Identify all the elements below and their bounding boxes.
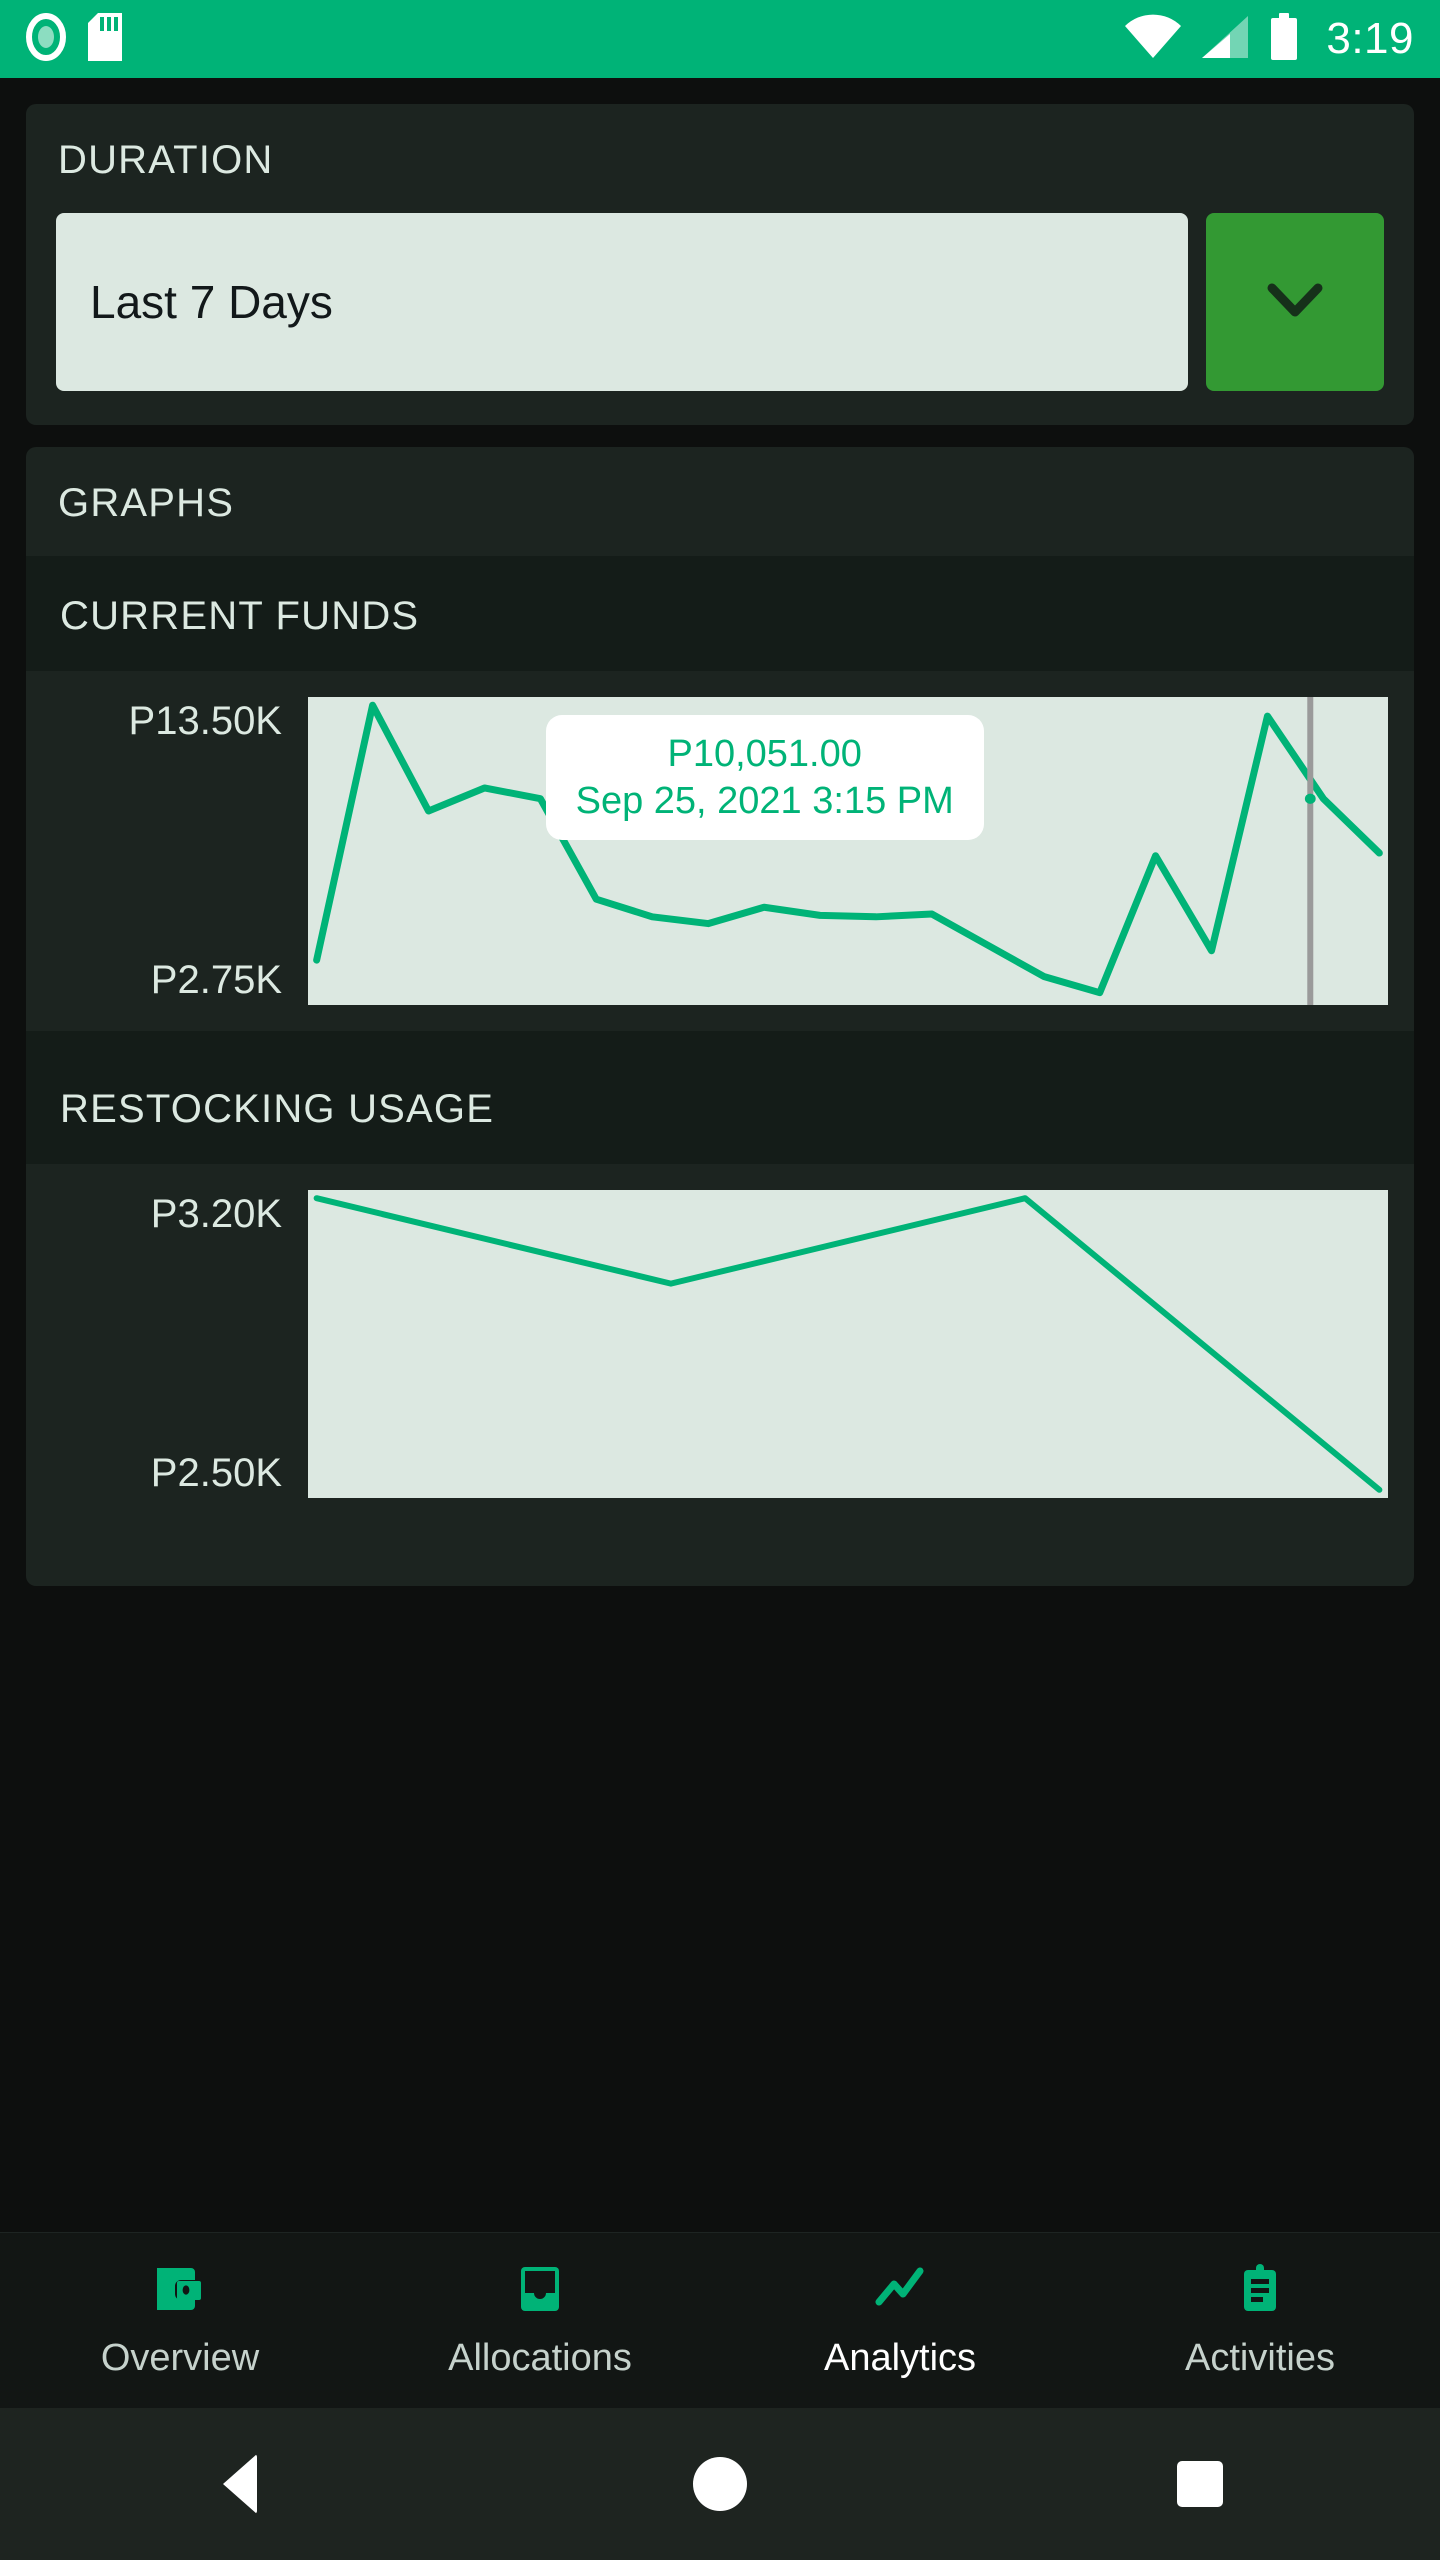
chart1-y-axis: P13.50K P2.75K — [26, 697, 308, 1005]
sd-card-icon — [88, 12, 122, 66]
chart2-y-axis: P3.20K P2.50K — [26, 1190, 308, 1498]
bottom-navigation: Overview Allocations Analytics Activitie… — [0, 2232, 1440, 2408]
status-bar-clock: 3:19 — [1326, 14, 1414, 63]
nav-item-analytics[interactable]: Analytics — [720, 2262, 1080, 2380]
nav-label-analytics: Analytics — [823, 2336, 977, 2379]
duration-selected-value: Last 7 Days — [90, 276, 333, 328]
back-triangle-icon — [223, 2454, 257, 2514]
system-recents-button[interactable] — [960, 2461, 1440, 2507]
chart2-y-bottom-label: P2.50K — [150, 1451, 282, 1495]
record-icon — [26, 12, 66, 66]
system-back-button[interactable] — [0, 2454, 480, 2514]
chart1-tooltip-amount: P10,051.00 — [667, 733, 862, 776]
app-screen: 3:19 DURATION Last 7 Days GRAPHS CURRENT… — [0, 0, 1440, 2560]
chart1-y-top-label: P13.50K — [128, 699, 282, 743]
wifi-icon — [1124, 14, 1182, 65]
scroll-content[interactable]: DURATION Last 7 Days GRAPHS CURRENT FUND… — [0, 78, 1440, 2232]
duration-dropdown-button[interactable] — [1206, 213, 1384, 391]
trending-up-icon — [873, 2262, 927, 2321]
chart1-tooltip-timestamp: Sep 25, 2021 3:15 PM — [575, 779, 954, 822]
recents-square-icon — [1177, 2461, 1223, 2507]
chart1-y-bottom-label: P2.75K — [150, 958, 282, 1002]
graphs-title: GRAPHS — [58, 481, 235, 525]
status-bar-right-icons: 3:19 — [1124, 12, 1414, 66]
system-home-button[interactable] — [480, 2457, 960, 2511]
chart-restocking-usage[interactable]: P3.20K P2.50K — [26, 1164, 1414, 1524]
chart-divider — [26, 1031, 1414, 1049]
nav-label-activities: Activities — [1185, 2336, 1335, 2379]
nav-item-allocations[interactable]: Allocations — [360, 2262, 720, 2380]
duration-select-field[interactable]: Last 7 Days — [56, 213, 1188, 391]
chart2-plot-area[interactable] — [308, 1190, 1388, 1498]
status-bar: 3:19 — [0, 0, 1440, 78]
graphs-card: GRAPHS CURRENT FUNDS P13.50K P2.75K P10,… — [26, 447, 1414, 1586]
status-bar-left-icons — [26, 12, 122, 66]
chart2-y-top-label: P3.20K — [150, 1192, 282, 1236]
chart1-tooltip: P10,051.00 Sep 25, 2021 3:15 PM — [545, 715, 984, 841]
nav-label-overview: Overview — [100, 2336, 260, 2379]
chart-current-funds[interactable]: P13.50K P2.75K P10,051.00 Sep 25, 2021 3… — [26, 671, 1414, 1031]
clipboard-icon — [1233, 2262, 1287, 2321]
wallet-icon — [153, 2262, 207, 2321]
nav-item-activities[interactable]: Activities — [1080, 2262, 1440, 2380]
chart-title-restocking-usage: RESTOCKING USAGE — [26, 1049, 1414, 1164]
nav-label-allocations: Allocations — [448, 2336, 632, 2379]
battery-icon — [1268, 12, 1300, 66]
system-navigation-bar — [0, 2408, 1440, 2560]
home-circle-icon — [693, 2457, 747, 2511]
signal-icon — [1200, 14, 1250, 65]
duration-selector-row: Last 7 Days — [26, 213, 1414, 425]
nav-item-overview[interactable]: Overview — [0, 2262, 360, 2380]
chart1-marker-dot — [1304, 793, 1316, 804]
chart-title-current-funds: CURRENT FUNDS — [26, 556, 1414, 671]
graphs-card-footer — [26, 1524, 1414, 1568]
chart2-svg — [308, 1190, 1388, 1498]
duration-card: DURATION Last 7 Days — [26, 104, 1414, 425]
inbox-icon — [513, 2262, 567, 2321]
duration-title: DURATION — [58, 138, 274, 182]
chart1-plot-area[interactable]: P10,051.00 Sep 25, 2021 3:15 PM — [308, 697, 1388, 1005]
chevron-down-icon — [1266, 282, 1324, 323]
